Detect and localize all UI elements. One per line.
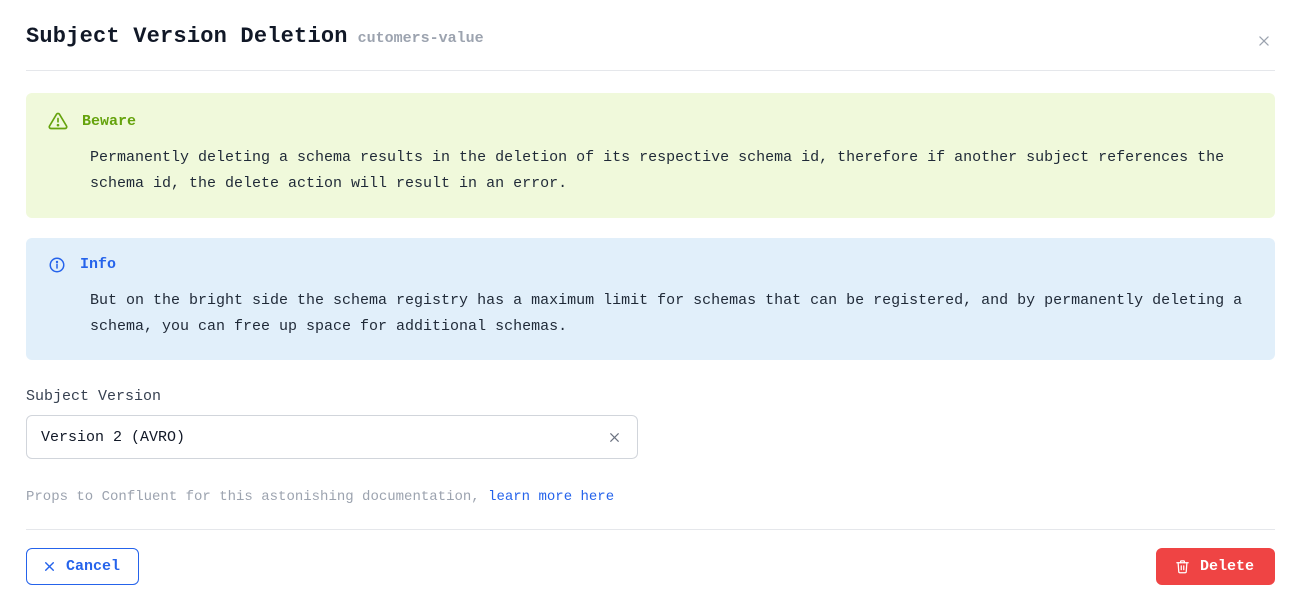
close-icon bbox=[43, 560, 56, 573]
modal-header: Subject Version Deletion cutomers-value bbox=[26, 24, 1275, 71]
modal-footer: Cancel Delete bbox=[26, 529, 1275, 585]
close-button[interactable] bbox=[1253, 30, 1275, 52]
subject-name: cutomers-value bbox=[358, 30, 484, 47]
version-field-label: Subject Version bbox=[26, 388, 1275, 405]
info-title: Info bbox=[80, 256, 116, 273]
info-head: Info bbox=[48, 256, 1253, 274]
delete-label: Delete bbox=[1200, 559, 1254, 574]
trash-icon bbox=[1175, 559, 1190, 574]
footnote: Props to Confluent for this astonishing … bbox=[26, 489, 1275, 505]
title-wrap: Subject Version Deletion cutomers-value bbox=[26, 24, 484, 49]
cancel-button[interactable]: Cancel bbox=[26, 548, 139, 585]
warning-triangle-icon bbox=[48, 111, 68, 131]
learn-more-link[interactable]: learn more here bbox=[488, 489, 614, 505]
close-icon bbox=[1257, 34, 1271, 48]
info-circle-icon bbox=[48, 256, 66, 274]
cancel-label: Cancel bbox=[66, 559, 120, 574]
modal-title: Subject Version Deletion bbox=[26, 24, 348, 49]
modal: Subject Version Deletion cutomers-value … bbox=[0, 0, 1301, 603]
info-body: But on the bright side the schema regist… bbox=[90, 288, 1253, 341]
info-alert: Info But on the bright side the schema r… bbox=[26, 238, 1275, 361]
beware-title: Beware bbox=[82, 113, 136, 130]
version-select[interactable]: Version 2 (AVRO) bbox=[26, 415, 638, 459]
version-select-value: Version 2 (AVRO) bbox=[41, 429, 185, 446]
delete-button[interactable]: Delete bbox=[1156, 548, 1275, 585]
beware-head: Beware bbox=[48, 111, 1253, 131]
beware-alert: Beware Permanently deleting a schema res… bbox=[26, 93, 1275, 218]
close-icon bbox=[608, 431, 621, 444]
beware-body: Permanently deleting a schema results in… bbox=[90, 145, 1253, 198]
clear-selection-button[interactable] bbox=[604, 427, 625, 448]
footnote-text: Props to Confluent for this astonishing … bbox=[26, 489, 488, 505]
